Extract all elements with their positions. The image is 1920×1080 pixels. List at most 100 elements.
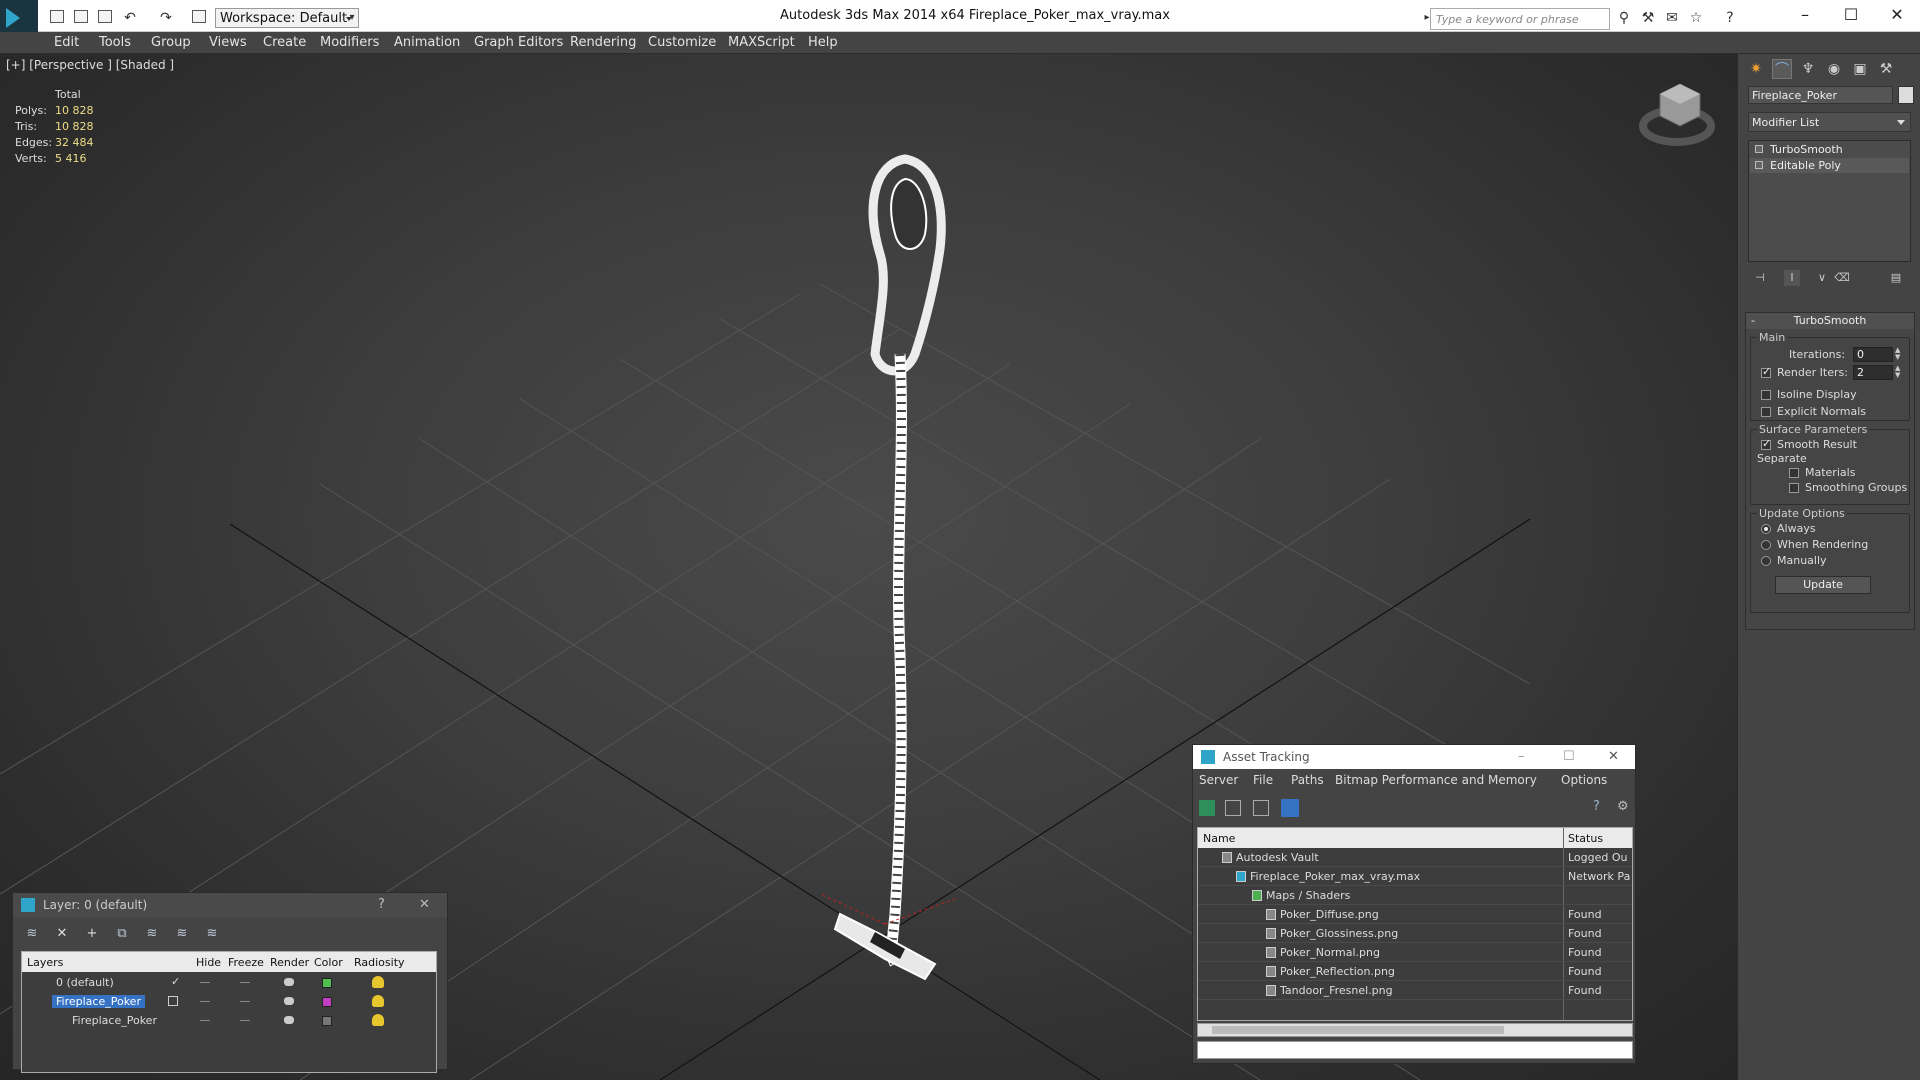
always-radio[interactable] [1761,524,1771,534]
render-teapot-icon[interactable] [284,997,294,1005]
binoculars-icon[interactable]: ⚲ [1614,8,1634,28]
menu-customize[interactable]: Customize [648,35,716,50]
asset-row[interactable]: Maps / Shaders [1198,886,1632,905]
col-layers[interactable]: Layers [27,956,63,969]
tree-view-icon[interactable] [1253,800,1269,816]
pin-stack-icon[interactable]: ⊣ [1752,270,1768,286]
layer-row[interactable]: Fireplace_Poker [22,993,436,1012]
radiosity-bulb-icon[interactable] [372,976,384,988]
maximize-icon[interactable]: ☐ [1836,4,1866,26]
object-name-field[interactable]: Fireplace_Poker [1748,86,1893,104]
asset-menu-paths[interactable]: Paths [1291,773,1324,787]
menu-rendering[interactable]: Rendering [570,35,636,50]
freeze-toggle[interactable] [240,1020,250,1021]
object-color-swatch[interactable] [322,1016,332,1026]
remove-modifier-icon[interactable]: ⌫ [1834,270,1850,286]
lightbulb-icon[interactable] [1755,145,1763,153]
col-color[interactable]: Color [314,956,343,969]
hide-toggle[interactable] [200,1001,210,1002]
configure-sets-icon[interactable]: ▤ [1888,270,1904,286]
make-active-box[interactable] [168,996,178,1006]
col-render[interactable]: Render [270,956,309,969]
asset-row[interactable]: Tandoor_Fresnel.png Found [1198,981,1632,1000]
active-layer-check-icon[interactable]: ✓ [171,975,180,988]
render-iters-checkbox[interactable] [1761,365,1771,378]
asset-row[interactable]: Poker_Reflection.png Found [1198,962,1632,981]
asset-menu-options[interactable]: Options [1561,773,1607,787]
menu-group[interactable]: Group [151,35,191,50]
refresh-icon[interactable] [1199,800,1215,816]
table-view-icon[interactable] [1281,799,1299,817]
modifier-list-dropdown[interactable]: Modifier List [1748,112,1911,132]
hierarchy-tab-icon[interactable]: ♆ [1798,59,1818,79]
horizontal-scrollbar[interactable] [1197,1023,1633,1037]
iterations-spinner[interactable]: 0 [1853,347,1893,362]
display-tab-icon[interactable]: ▣ [1850,59,1870,79]
materials-checkbox[interactable] [1789,468,1799,478]
render-teapot-icon[interactable] [284,1016,294,1024]
asset-menu-bitmap[interactable]: Bitmap Performance and Memory [1335,773,1537,787]
show-end-result-icon[interactable]: Ⅰ [1784,270,1800,286]
create-layer-icon[interactable]: ≋ [23,925,41,943]
menu-create[interactable]: Create [263,35,306,50]
layer-color-swatch[interactable] [322,978,332,988]
scrollbar-thumb[interactable] [1212,1026,1504,1034]
select-in-layer-icon[interactable]: ⧉ [113,925,131,943]
col-radiosity[interactable]: Radiosity [354,956,405,969]
asset-path-field[interactable] [1197,1041,1633,1059]
col-status[interactable]: Status [1568,832,1603,845]
create-tab-icon[interactable]: ✷ [1746,59,1766,79]
subscription-icon[interactable]: ⚒ [1638,8,1658,28]
help-icon[interactable]: ? [1720,8,1740,28]
update-button[interactable]: Update [1775,576,1871,594]
asset-help-icon[interactable]: ? [1593,799,1600,814]
hide-toggle[interactable] [200,982,210,983]
layer-name[interactable]: 0 (default) [56,976,114,989]
minimize-icon[interactable]: – [1790,4,1820,26]
expand-plus-icon[interactable] [1755,161,1763,169]
asset-row[interactable]: Poker_Diffuse.png Found [1198,905,1632,924]
freeze-toggle[interactable] [240,982,250,983]
render-teapot-icon[interactable] [284,978,294,986]
explicit-normals-checkbox[interactable] [1761,407,1771,417]
menu-views[interactable]: Views [209,35,247,50]
stack-item-editable-poly[interactable]: Editable Poly [1750,158,1909,173]
smooth-result-checkbox[interactable] [1761,437,1771,450]
isoline-display-checkbox[interactable] [1761,390,1771,400]
close-icon[interactable]: ✕ [1882,4,1912,26]
viewcube-icon[interactable] [1639,83,1715,146]
layer-name[interactable]: Fireplace_Poker [52,995,145,1008]
viewport-label[interactable]: [+] [Perspective ] [Shaded ] [6,58,174,72]
menu-animation[interactable]: Animation [394,35,460,50]
asset-menu-file[interactable]: File [1253,773,1273,787]
layer-row[interactable]: 0 (default) ✓ [22,974,436,993]
search-input[interactable]: Type a keyword or phrase [1430,8,1610,30]
manually-radio[interactable] [1761,556,1771,566]
hide-all-layers-icon[interactable]: ≋ [173,925,191,943]
radiosity-bulb-icon[interactable] [372,1014,384,1026]
motion-tab-icon[interactable]: ◉ [1824,59,1844,79]
fireplace-poker-wireframe[interactable] [833,154,946,981]
asset-minimize-icon[interactable]: – [1518,745,1525,769]
perspective-viewport[interactable]: [+] [Perspective ] [Shaded ] Total Polys… [0,54,1737,1080]
object-color-swatch[interactable] [1898,86,1914,104]
asset-settings-icon[interactable]: ⚙ [1617,799,1629,814]
stack-item-turbosmooth[interactable]: TurboSmooth [1750,142,1909,157]
asset-row[interactable]: Fireplace_Poker_max_vray.max Network Pa [1198,867,1632,886]
select-layer-icon[interactable]: ≋ [143,925,161,943]
asset-row[interactable]: Poker_Glossiness.png Found [1198,924,1632,943]
asset-row[interactable]: Poker_Normal.png Found [1198,943,1632,962]
asset-menu-server[interactable]: Server [1199,773,1238,787]
collapse-icon[interactable]: - [1751,313,1755,329]
communication-icon[interactable]: ✉ [1662,8,1682,28]
menu-edit[interactable]: Edit [54,35,79,50]
layer-close-icon[interactable]: ✕ [419,893,430,917]
layer-help-button[interactable]: ? [378,893,385,917]
object-name[interactable]: Fireplace_Poker [72,1014,157,1027]
radiosity-bulb-icon[interactable] [372,995,384,1007]
menu-maxscript[interactable]: MAXScript [728,35,795,50]
spinner-arrows-icon[interactable]: ▲ ▼ [1895,347,1903,362]
col-freeze[interactable]: Freeze [228,956,264,969]
utilities-tab-icon[interactable]: ⚒ [1876,59,1896,79]
freeze-toggle[interactable] [240,1001,250,1002]
